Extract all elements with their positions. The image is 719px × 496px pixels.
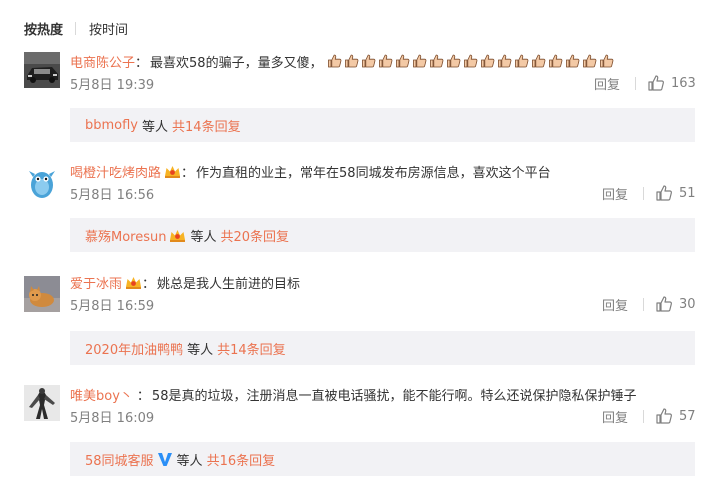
sub-reply-etc: 等人 bbox=[176, 453, 203, 469]
action-divider bbox=[643, 410, 644, 423]
thumbs-up-emoji bbox=[412, 54, 429, 68]
comment-date: 5月8日 16:09 bbox=[70, 410, 155, 426]
thumbs-up-emoji bbox=[599, 54, 616, 68]
like-button[interactable]: 51 bbox=[655, 183, 696, 203]
thumbs-up-emoji bbox=[565, 54, 582, 68]
thumbs-up-icon bbox=[655, 407, 673, 425]
sub-reply-count-link[interactable]: 共16条回复 bbox=[207, 450, 276, 469]
thumbs-up-emoji bbox=[327, 54, 344, 68]
comment-colon: ： bbox=[135, 55, 149, 71]
sub-reply-box: 2020年加油鸭鸭 等人 共14条回复 bbox=[70, 331, 695, 365]
thumbs-up-emoji bbox=[378, 54, 395, 68]
comment-text: 58是真的垃圾，注册消息一直被电话骚扰，能不能行啊。特么还说保护隐私保护锤子 bbox=[151, 388, 637, 404]
sub-reply-etc: 等人 bbox=[187, 342, 214, 358]
comment-content: 电商陈公子 ： 最喜欢58的骗子，量多又傻， bbox=[70, 52, 616, 71]
reply-button[interactable]: 回复 bbox=[602, 295, 628, 314]
like-button[interactable]: 57 bbox=[655, 406, 696, 426]
comment-text: 作为直租的业主，常年在58同城发布房源信息，喜欢这个平台 bbox=[196, 165, 551, 181]
like-count: 30 bbox=[679, 296, 696, 312]
sub-reply-count-link[interactable]: 共20条回复 bbox=[221, 226, 290, 245]
comment-username[interactable]: 唯美boy丶 bbox=[70, 385, 133, 404]
like-count: 51 bbox=[679, 185, 696, 201]
like-button[interactable]: 30 bbox=[655, 294, 696, 314]
comment-content: 唯美boy丶 ： 58是真的垃圾，注册消息一直被电话骚扰，能不能行啊。特么还说保… bbox=[70, 385, 637, 404]
sub-reply-count-link[interactable]: 共14条回复 bbox=[172, 116, 241, 135]
comment-text: 姚总是我人生前进的目标 bbox=[157, 276, 301, 292]
thumbs-up-emoji-row bbox=[327, 54, 616, 68]
sub-reply-etc: 等人 bbox=[142, 119, 169, 135]
thumbs-up-emoji bbox=[361, 54, 378, 68]
comment-username[interactable]: 喝橙汁吃烤肉路 bbox=[70, 162, 161, 181]
action-divider bbox=[643, 298, 644, 311]
thumbs-up-emoji bbox=[395, 54, 412, 68]
comment-username[interactable]: 爱于冰雨 bbox=[70, 273, 122, 292]
thumbs-up-emoji bbox=[582, 54, 599, 68]
sub-reply-username[interactable]: 2020年加油鸭鸭 bbox=[85, 339, 183, 358]
avatar[interactable] bbox=[24, 165, 60, 201]
like-button[interactable]: 163 bbox=[647, 73, 696, 93]
sub-reply-box: 58同城客服 等人 共16条回复 bbox=[70, 442, 695, 476]
comment-date: 5月8日 16:59 bbox=[70, 298, 155, 314]
sort-bar: 按热度 按时间 bbox=[24, 19, 128, 38]
comment-content: 爱于冰雨 ： 姚总是我人生前进的目标 bbox=[70, 273, 301, 292]
thumbs-up-emoji bbox=[463, 54, 480, 68]
reply-button[interactable]: 回复 bbox=[602, 184, 628, 203]
thumbs-up-icon bbox=[655, 184, 673, 202]
sort-divider bbox=[75, 21, 77, 35]
comment-date: 5月8日 19:39 bbox=[70, 77, 155, 93]
comment-content: 喝橙汁吃烤肉路 ： 作为直租的业主，常年在58同城发布房源信息，喜欢这个平台 bbox=[70, 162, 551, 181]
comment-colon: ： bbox=[142, 276, 156, 292]
comment-username[interactable]: 电商陈公子 bbox=[70, 52, 135, 71]
thumbs-up-emoji bbox=[429, 54, 446, 68]
thumbs-up-emoji bbox=[480, 54, 497, 68]
sub-reply-username[interactable]: 58同城客服 bbox=[85, 450, 154, 469]
thumbs-up-emoji bbox=[497, 54, 514, 68]
comment-colon: ： bbox=[136, 388, 150, 404]
vip-crown-icon bbox=[164, 164, 181, 179]
avatar[interactable] bbox=[24, 385, 60, 421]
avatar[interactable] bbox=[24, 276, 60, 312]
like-count: 163 bbox=[671, 75, 696, 91]
sub-reply-box: bbmofly 等人 共14条回复 bbox=[70, 108, 695, 142]
thumbs-up-emoji bbox=[531, 54, 548, 68]
reply-button[interactable]: 回复 bbox=[602, 407, 628, 426]
sub-reply-username[interactable]: bbmofly bbox=[85, 118, 138, 133]
action-divider bbox=[635, 77, 636, 90]
sub-reply-username[interactable]: 慕殇Moresun bbox=[85, 226, 166, 245]
thumbs-up-emoji bbox=[548, 54, 565, 68]
like-count: 57 bbox=[679, 408, 696, 424]
comment-colon: ： bbox=[181, 165, 195, 181]
sort-by-hot-tab[interactable]: 按热度 bbox=[24, 19, 63, 38]
thumbs-up-emoji bbox=[344, 54, 361, 68]
avatar[interactable] bbox=[24, 52, 60, 88]
comment-text: 最喜欢58的骗子，量多又傻， bbox=[150, 55, 323, 71]
verified-v-icon bbox=[157, 451, 173, 467]
thumbs-up-icon bbox=[655, 295, 673, 313]
sub-reply-count-link[interactable]: 共14条回复 bbox=[217, 339, 286, 358]
vip-crown-icon bbox=[169, 228, 186, 243]
reply-button[interactable]: 回复 bbox=[594, 74, 620, 93]
sub-reply-etc: 等人 bbox=[190, 229, 217, 245]
comment-date: 5月8日 16:56 bbox=[70, 187, 155, 203]
action-divider bbox=[643, 187, 644, 200]
thumbs-up-emoji bbox=[514, 54, 531, 68]
thumbs-up-emoji bbox=[446, 54, 463, 68]
thumbs-up-icon bbox=[647, 74, 665, 92]
sub-reply-box: 慕殇Moresun 等人 共20条回复 bbox=[70, 218, 695, 252]
sort-by-time-tab[interactable]: 按时间 bbox=[89, 19, 128, 38]
vip-crown-icon bbox=[125, 275, 142, 290]
